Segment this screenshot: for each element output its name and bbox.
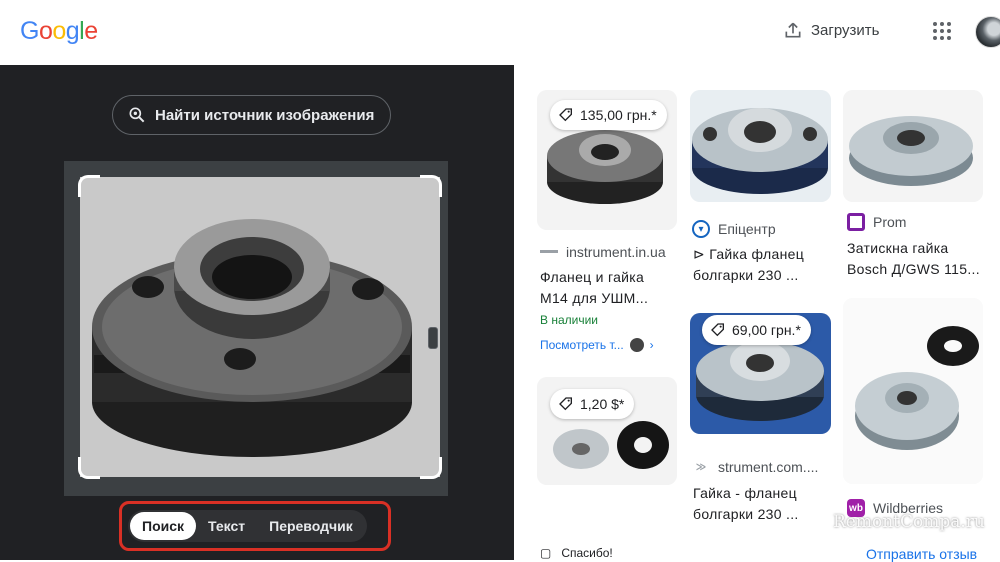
upload-icon — [785, 22, 801, 38]
crop-handle-top-left[interactable] — [78, 175, 100, 197]
logo-letter: e — [84, 17, 98, 45]
price-badge-1: 135,00 грн.* — [550, 100, 667, 130]
upload-button[interactable]: Загрузить — [783, 20, 880, 40]
price-badge-4: 69,00 грн.* — [702, 315, 811, 345]
upload-label: Загрузить — [811, 21, 880, 39]
crop-handle-bottom-right[interactable] — [420, 457, 442, 479]
logo-letter: g — [65, 17, 80, 45]
result-source-1[interactable]: instrument.in.ua — [540, 243, 666, 261]
image-panel: Найти источник изображения Поиск Текст П… — [0, 65, 514, 560]
tab-search[interactable]: Поиск — [130, 512, 197, 540]
result-image-6[interactable] — [843, 298, 983, 484]
chevron-right-icon: › — [649, 338, 654, 352]
mode-tabs: Поиск Текст Переводчик — [128, 510, 367, 542]
result-image-3[interactable] — [843, 90, 983, 202]
feedback-thanks: ▢ Спасибо! — [540, 546, 613, 560]
uploaded-image-frame — [64, 161, 448, 496]
in-stock-label: В наличии — [540, 313, 599, 327]
result-title-1[interactable]: Фланец и гайка М14 для УШМ... — [540, 267, 648, 309]
panel-resize-handle[interactable] — [428, 327, 438, 349]
logo-letter: o — [38, 17, 53, 45]
result-title-2[interactable]: ⊳ Гайка фланец болгарки 230 ... — [693, 244, 804, 286]
flange-nut-image — [80, 177, 440, 477]
google-logo[interactable]: Google — [20, 17, 98, 46]
result-source-4[interactable]: ≫ strument.com.... — [692, 458, 818, 476]
tag-icon — [559, 397, 572, 411]
tag-icon — [711, 323, 724, 337]
crop-handle-bottom-left[interactable] — [78, 457, 100, 479]
strument-favicon-icon: ≫ — [692, 458, 710, 476]
tab-translator[interactable]: Переводчик — [257, 512, 365, 540]
result-source-3[interactable]: Prom — [847, 213, 906, 231]
result-title-4[interactable]: Гайка - фланец болгарки 230 ... — [693, 483, 799, 525]
apps-grid-icon[interactable] — [933, 22, 951, 40]
feedback-icon: ▢ — [540, 546, 552, 560]
top-bar: Google Загрузить — [0, 0, 1000, 65]
logo-letter: o — [52, 17, 66, 45]
epicentr-favicon-icon: ▾ — [692, 220, 710, 238]
price-badge-5: 1,20 $* — [550, 389, 635, 419]
watermark: RemontCompa.ru — [833, 512, 985, 532]
find-image-source-button[interactable]: Найти источник изображения — [112, 95, 392, 135]
prom-favicon-icon — [847, 213, 865, 231]
tab-text[interactable]: Текст — [196, 512, 257, 540]
uploaded-image — [80, 177, 440, 477]
find-source-label: Найти источник изображения — [155, 106, 375, 124]
crop-handle-top-right[interactable] — [420, 175, 442, 197]
view-more-link[interactable]: Посмотреть т... › — [540, 338, 654, 352]
product-thumb-icon — [629, 338, 644, 352]
logo-letter: G — [20, 17, 39, 45]
result-image-2[interactable] — [690, 90, 831, 202]
tag-icon — [559, 108, 572, 122]
result-title-3[interactable]: Затискна гайка Bosch Д/GWS 115... — [847, 238, 980, 280]
lens-search-icon — [129, 107, 145, 123]
result-source-2[interactable]: ▾ Епіцентр — [692, 220, 776, 238]
instrument-favicon-icon — [540, 243, 558, 261]
avatar[interactable] — [975, 16, 1000, 48]
